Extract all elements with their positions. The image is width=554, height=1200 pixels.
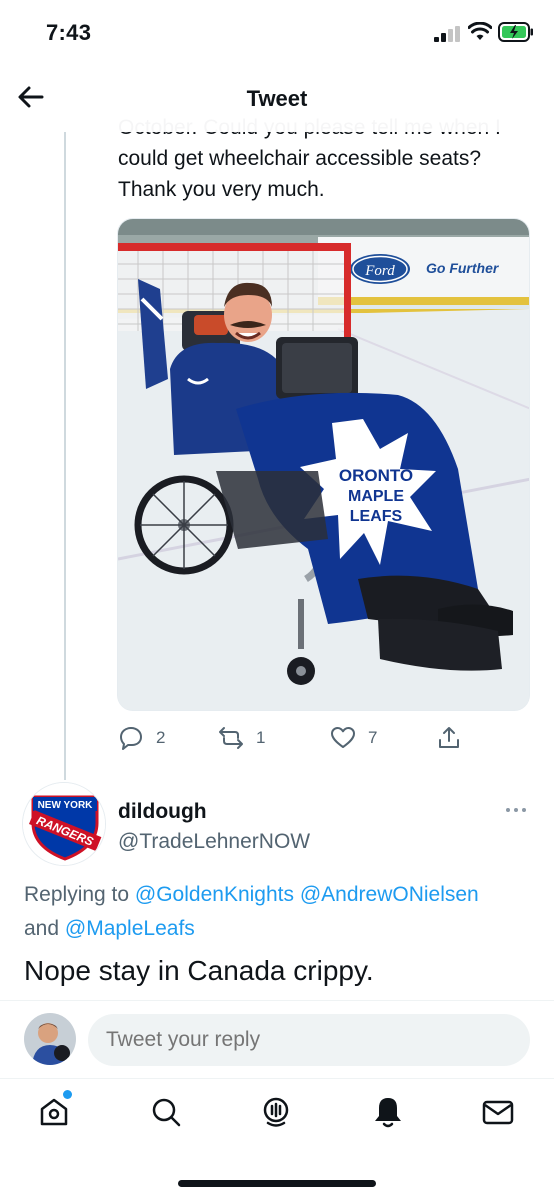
avatar-text-new-york: NEW YORK — [38, 800, 94, 811]
reply-action[interactable]: 2 — [118, 724, 165, 752]
envelope-icon — [482, 1100, 514, 1125]
home-indicator-bar[interactable] — [178, 1180, 376, 1187]
wifi-icon — [468, 22, 492, 40]
reply-count: 2 — [156, 728, 166, 747]
top-nav-bar: Tweet — [0, 66, 554, 132]
reply-bubble-icon — [120, 727, 142, 750]
replying-to-line: Replying to @GoldenKnights @AndrewONiels… — [24, 878, 544, 946]
share-action[interactable] — [436, 724, 474, 752]
page-title: Tweet — [246, 86, 308, 111]
divider — [0, 1000, 554, 1001]
status-bar: 7:43 — [0, 0, 554, 66]
go-further-text: Go Further — [426, 260, 500, 276]
tab-home[interactable] — [36, 1094, 72, 1130]
retweet-action[interactable]: 1 — [218, 724, 265, 752]
reply-handle[interactable]: @TradeLehnerNOW — [118, 830, 310, 854]
mention-goldenknights[interactable]: @GoldenKnights — [135, 883, 294, 906]
reply-display-name[interactable]: dildough — [118, 800, 207, 824]
user-avatar-photo — [24, 1013, 76, 1065]
mention-andrewonielsen[interactable]: @AndrewONielsen — [300, 883, 479, 906]
battery-charging-icon — [498, 22, 533, 42]
blanket-text-2: MAPLE — [348, 488, 404, 505]
ford-logo-text: Ford — [364, 263, 395, 279]
bell-icon — [375, 1098, 401, 1128]
replying-to-label: Replying to — [24, 883, 130, 906]
tab-messages[interactable] — [480, 1094, 516, 1130]
avatar[interactable]: NEW YORK RANGERS — [22, 782, 106, 866]
more-options-icon[interactable] — [504, 804, 528, 816]
mention-mapleleafs[interactable]: @MapleLeafs — [65, 917, 195, 940]
tab-spaces[interactable] — [258, 1094, 294, 1130]
home-icon — [40, 1098, 68, 1126]
share-upload-icon — [439, 727, 459, 748]
retweet-icon — [219, 727, 243, 749]
like-action[interactable]: 7 — [330, 724, 377, 752]
spaces-microphone-icon — [263, 1097, 289, 1127]
search-icon — [152, 1098, 181, 1127]
reply-input[interactable] — [88, 1014, 530, 1066]
thread-connector-line — [64, 132, 66, 780]
divider — [0, 1078, 554, 1079]
tab-search[interactable] — [148, 1094, 184, 1130]
reply-text: Nope stay in Canada crippy. — [24, 955, 374, 986]
like-count: 7 — [368, 728, 378, 747]
blanket-text-3: LEAFS — [350, 508, 403, 525]
tweet-media-photo[interactable]: Ford Go Further ORONTO MAPLE LEAFS — [117, 218, 530, 711]
replying-to-and: and — [24, 917, 60, 940]
tab-notifications[interactable] — [370, 1094, 406, 1130]
photo-fan-in-wheelchair-on-ice: Ford Go Further ORONTO MAPLE LEAFS — [118, 219, 529, 710]
cellular-signal-icon — [434, 26, 460, 42]
blanket-text-1: ORONTO — [339, 466, 413, 485]
rangers-logo-avatar: NEW YORK RANGERS — [23, 783, 105, 865]
heart-icon — [331, 727, 355, 748]
status-time: 7:43 — [46, 20, 92, 45]
retweet-count: 1 — [256, 728, 266, 747]
current-user-avatar[interactable] — [24, 1013, 76, 1065]
